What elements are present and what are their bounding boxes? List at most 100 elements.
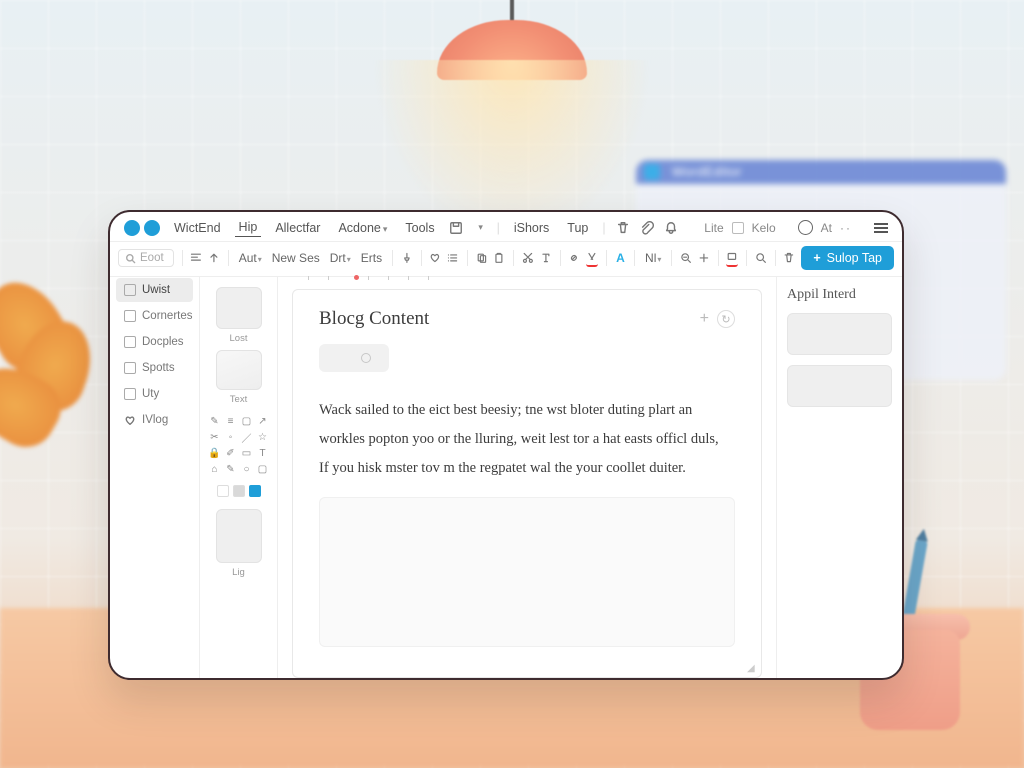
tool-cut-icon[interactable]: ✂ xyxy=(209,431,221,443)
menu-actions[interactable]: Acdone xyxy=(334,219,391,237)
tool-rect-icon[interactable]: ▢ xyxy=(257,463,269,475)
tool-home-icon[interactable]: ⌂ xyxy=(209,463,221,475)
sidebar-item-docples[interactable]: Docples xyxy=(116,330,193,354)
text-color-icon[interactable]: A xyxy=(615,250,627,267)
menubar-right: Lite Kelo At ·· xyxy=(704,220,888,235)
add-icon[interactable] xyxy=(698,250,710,267)
resize-handle-icon[interactable]: ◢ xyxy=(747,663,757,673)
plus-icon: + xyxy=(813,251,820,265)
palette-thumb-2-label: Text xyxy=(230,394,247,405)
background-app-title: WordEditor xyxy=(636,160,1006,184)
underline-color-icon[interactable] xyxy=(586,250,598,267)
tool-lock-icon[interactable]: 🔒 xyxy=(209,447,221,459)
delete-icon[interactable] xyxy=(783,250,795,267)
palette-thumb-3[interactable] xyxy=(216,509,262,563)
app-logo xyxy=(124,220,160,236)
palette-thumb-3-label: Lig xyxy=(232,567,245,578)
page-refresh-icon[interactable]: ↻ xyxy=(717,310,735,328)
more-icon[interactable]: ·· xyxy=(840,221,852,235)
canvas[interactable]: Blocg Content + ↻ Wack sailed to the eic… xyxy=(278,277,776,678)
tool-square-icon[interactable]: ▭ xyxy=(241,447,253,459)
palette: Lost Text ✎ ≡ ▢ ↗ ✂ ◦ ／ ☆ 🔒 ✐ ▭ T ⌂ ✎ ○ … xyxy=(200,277,278,678)
tool-slash-icon[interactable]: ／ xyxy=(241,431,253,443)
sidebar: Uwist Cornertes Docples Spotts Uty IVlog xyxy=(110,277,200,678)
tool-text-icon[interactable]: T xyxy=(257,447,269,459)
bell-icon[interactable] xyxy=(664,221,678,235)
properties-title: Appil Interd xyxy=(787,287,892,303)
palette-thumb-2[interactable] xyxy=(216,350,262,390)
swatch-blue[interactable] xyxy=(249,485,261,497)
properties-card-2[interactable] xyxy=(787,365,892,407)
sidebar-item-uwist[interactable]: Uwist xyxy=(116,278,193,302)
swatch-strip xyxy=(217,485,261,497)
tool-lines-icon[interactable]: ≡ xyxy=(225,415,237,427)
text-format-icon[interactable] xyxy=(540,250,552,267)
highlight-icon[interactable] xyxy=(726,250,738,267)
menu-file[interactable]: WictEnd xyxy=(170,219,225,237)
menu-shops[interactable]: iShors xyxy=(510,219,553,237)
size-erts[interactable]: Erts xyxy=(359,251,384,265)
font-aut[interactable]: Aut xyxy=(237,251,264,265)
content-pill[interactable] xyxy=(319,344,389,372)
sync-icon[interactable] xyxy=(798,220,813,235)
palette-tool-grid: ✎ ≡ ▢ ↗ ✂ ◦ ／ ☆ 🔒 ✐ ▭ T ⌂ ✎ ○ ▢ xyxy=(209,415,269,475)
heart-icon[interactable] xyxy=(429,250,441,267)
properties-panel: Appil Interd xyxy=(776,277,902,678)
trash-icon[interactable] xyxy=(616,221,630,235)
menu-tools[interactable]: Tools xyxy=(401,219,438,237)
flower-decor xyxy=(0,270,110,470)
sidebar-item-uty[interactable]: Uty xyxy=(116,382,193,406)
tool-pen-icon[interactable]: ✎ xyxy=(209,415,221,427)
status-checkbox[interactable] xyxy=(732,222,744,234)
page-add-icon[interactable]: + xyxy=(700,310,709,328)
palette-thumb-1[interactable] xyxy=(216,287,262,329)
link-icon[interactable] xyxy=(568,250,580,267)
sidebar-item-spotts[interactable]: Spotts xyxy=(116,356,193,380)
palette-thumb-1-label: Lost xyxy=(230,333,248,344)
size-drt[interactable]: Drt xyxy=(328,251,353,265)
paste-icon[interactable] xyxy=(493,250,505,267)
tool-star-icon[interactable]: ☆ xyxy=(257,431,269,443)
menubar: WictEnd Hip Allectfar Acdone Tools | iSh… xyxy=(110,212,902,242)
style-nl[interactable]: Nl xyxy=(643,251,663,265)
tool-box-icon[interactable]: ▢ xyxy=(241,415,253,427)
sidebar-item-cornertes[interactable]: Cornertes xyxy=(116,304,193,328)
tool-edit-icon[interactable]: ✎ xyxy=(225,463,237,475)
sidebar-item-ivlog[interactable]: IVlog xyxy=(116,408,193,432)
save-icon[interactable] xyxy=(449,221,463,235)
primary-action-button[interactable]: + Sulop Tap xyxy=(801,246,894,270)
list-icon[interactable] xyxy=(447,250,459,267)
status-kelo: Kelo xyxy=(752,221,776,235)
tool-dot-icon[interactable]: ◦ xyxy=(225,431,237,443)
search-icon xyxy=(125,253,136,264)
menu-tup[interactable]: Tup xyxy=(563,219,592,237)
tool-circle-icon[interactable]: ○ xyxy=(241,463,253,475)
attachment-icon[interactable] xyxy=(640,221,654,235)
search-placeholder: Eoot xyxy=(140,252,164,264)
page-title: Blocg Content xyxy=(319,308,429,330)
menu-help[interactable]: Hip xyxy=(235,218,262,237)
content-placeholder[interactable] xyxy=(319,497,735,647)
hamburger-icon[interactable] xyxy=(874,223,888,233)
menu-view[interactable]: Allectfar xyxy=(271,219,324,237)
swatch-white[interactable] xyxy=(217,485,229,497)
document-page[interactable]: Blocg Content + ↻ Wack sailed to the eic… xyxy=(292,289,762,678)
pin-icon[interactable] xyxy=(401,250,413,267)
swatch-grey[interactable] xyxy=(233,485,245,497)
save-dropdown-icon[interactable] xyxy=(473,221,487,235)
tool-brush-icon[interactable]: ✐ xyxy=(225,447,237,459)
arrow-up-icon[interactable] xyxy=(208,250,220,267)
editor-window: WictEnd Hip Allectfar Acdone Tools | iSh… xyxy=(108,210,904,680)
cut-icon[interactable] xyxy=(522,250,534,267)
align-left-icon[interactable] xyxy=(190,250,202,267)
document-body[interactable]: Wack sailed to the eict best beesiy; tne… xyxy=(319,396,735,483)
properties-card-1[interactable] xyxy=(787,313,892,355)
zoom-out-icon[interactable] xyxy=(680,250,692,267)
tool-arrow-icon[interactable]: ↗ xyxy=(257,415,269,427)
search-input[interactable]: Eoot xyxy=(118,249,174,267)
status-lite: Lite xyxy=(704,221,723,235)
pill-dot-icon xyxy=(361,353,371,363)
zoom-icon[interactable] xyxy=(755,250,767,267)
copy-icon[interactable] xyxy=(476,250,488,267)
font-newses[interactable]: New Ses xyxy=(270,251,322,265)
